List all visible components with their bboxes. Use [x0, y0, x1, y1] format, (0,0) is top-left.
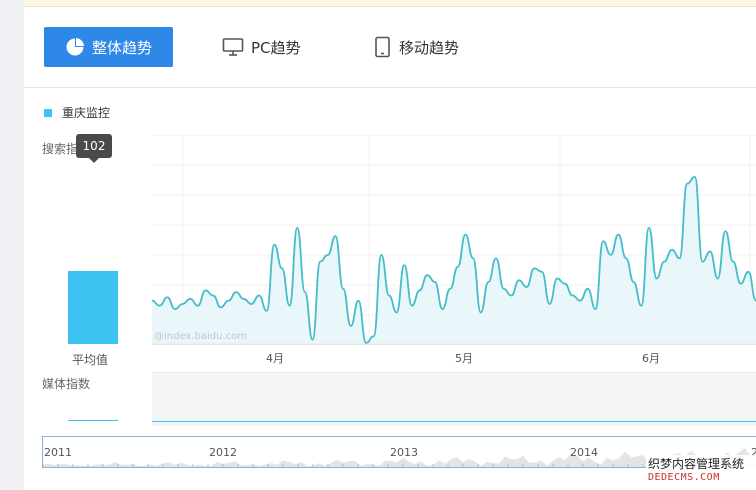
- chart-legend[interactable]: 重庆监控: [44, 104, 110, 121]
- watermark: @index.baidu.com: [154, 331, 248, 342]
- year-label: 2014: [570, 446, 598, 459]
- average-bar[interactable]: [68, 271, 118, 344]
- monitor-icon: [222, 37, 244, 57]
- tab-label: PC趋势: [251, 38, 301, 57]
- tab-overall-trend[interactable]: 整体趋势: [44, 27, 173, 67]
- search-index-label: 搜索指: [42, 142, 79, 156]
- media-average-line: [68, 420, 118, 421]
- legend-swatch: [44, 108, 52, 117]
- media-index-label: 媒体指数: [42, 377, 91, 391]
- legend-label: 重庆监控: [62, 106, 111, 120]
- trend-tabs: 整体趋势 PC趋势 移动趋势: [24, 27, 756, 67]
- x-tick-label: 4月: [266, 352, 284, 365]
- tab-label: 移动趋势: [399, 38, 460, 57]
- media-index-line: [152, 421, 756, 422]
- average-tooltip: 102: [76, 134, 112, 163]
- year-label: 2011: [44, 446, 72, 459]
- pie-chart-icon: [65, 37, 85, 57]
- tablet-icon: [374, 36, 392, 58]
- average-label: 平均值: [72, 353, 109, 367]
- year-label: 2013: [390, 446, 418, 459]
- site-badge-domain: DEDECMS.COM: [648, 472, 720, 483]
- tab-mobile-trend[interactable]: 移动趋势: [374, 27, 459, 67]
- x-tick-label: 5月: [455, 352, 473, 365]
- tabs-divider: [24, 87, 756, 88]
- site-badge-title: 织梦内容管理系统: [648, 457, 745, 471]
- tooltip-value: 102: [82, 139, 106, 153]
- media-index-chart: [152, 372, 756, 426]
- x-tick-label: 6月: [642, 352, 660, 365]
- year-label: 2012: [209, 446, 237, 459]
- trend-panel: 整体趋势 PC趋势 移动趋势 重庆监控 搜索指 102 平均值 @index.b…: [24, 0, 756, 490]
- tab-pc-trend[interactable]: PC趋势: [222, 27, 301, 67]
- notice-strip: [24, 0, 756, 7]
- site-watermark-badge: 织梦内容管理系统 DEDECMS.COM: [646, 455, 756, 490]
- tab-label: 整体趋势: [91, 38, 152, 57]
- search-index-chart[interactable]: [152, 135, 756, 345]
